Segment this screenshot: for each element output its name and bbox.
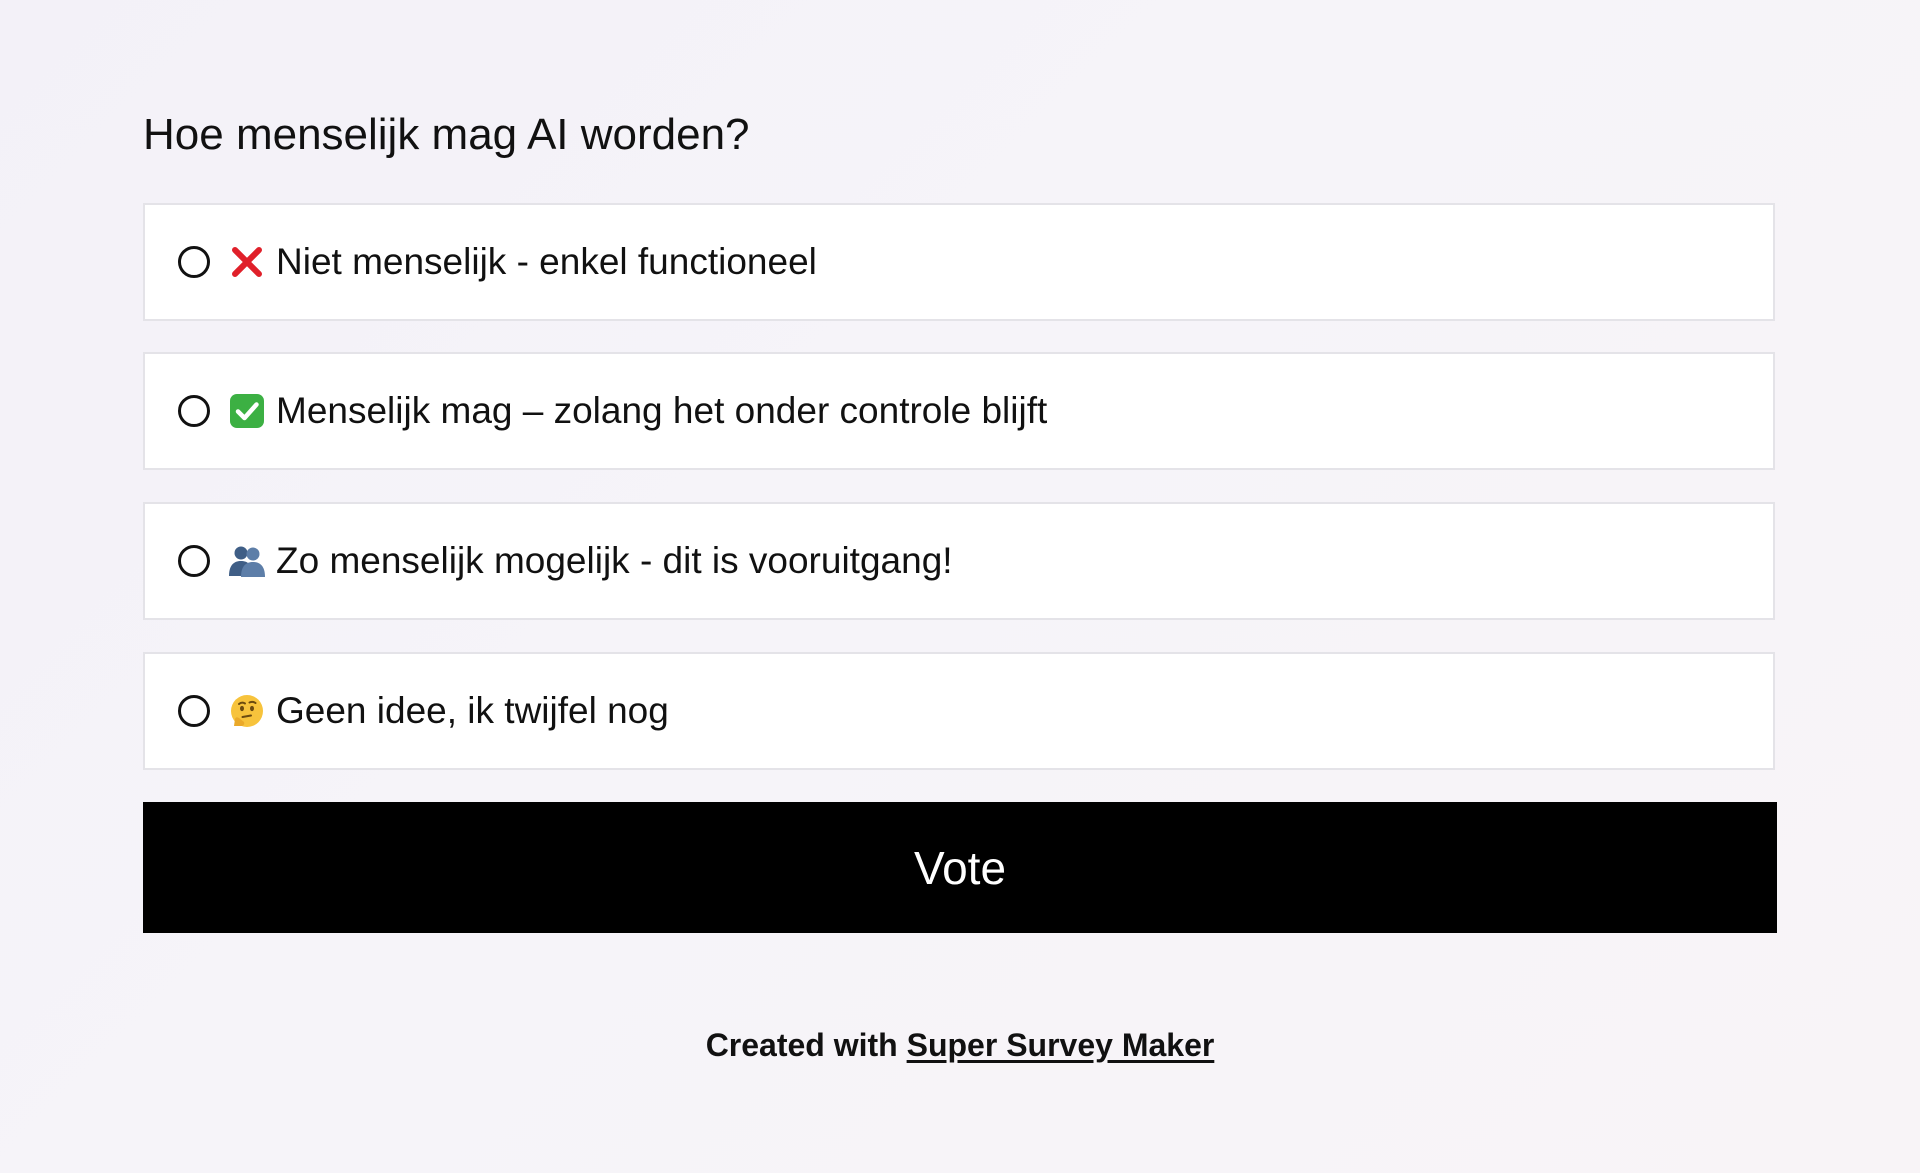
check-mark-button-icon (228, 392, 266, 430)
cross-mark-icon (228, 243, 266, 281)
poll-question: Hoe menselijk mag AI worden? (143, 110, 750, 159)
footer: Created with Super Survey Maker (143, 1023, 1777, 1067)
radio-button[interactable] (178, 545, 210, 577)
option-label: Niet menselijk - enkel functioneel (276, 241, 817, 282)
option-label: Geen idee, ik twijfel nog (276, 690, 669, 731)
radio-button[interactable] (178, 395, 210, 427)
people-silhouette-icon (228, 542, 266, 580)
option-label: Zo menselijk mogelijk - dit is vooruitga… (276, 540, 953, 581)
poll-option-2[interactable]: Zo menselijk mogelijk - dit is vooruitga… (143, 502, 1775, 620)
poll-option-1[interactable]: Menselijk mag – zolang het onder control… (143, 352, 1775, 470)
option-label: Menselijk mag – zolang het onder control… (276, 390, 1048, 431)
radio-button[interactable] (178, 246, 210, 278)
thinking-face-icon (228, 692, 266, 730)
footer-prefix: Created with (705, 1027, 898, 1063)
poll-option-0[interactable]: Niet menselijk - enkel functioneel (143, 203, 1775, 321)
poll-option-3[interactable]: Geen idee, ik twijfel nog (143, 652, 1775, 770)
vote-button[interactable]: Vote (143, 802, 1777, 933)
radio-button[interactable] (178, 695, 210, 727)
super-survey-maker-link[interactable]: Super Survey Maker (907, 1027, 1215, 1063)
